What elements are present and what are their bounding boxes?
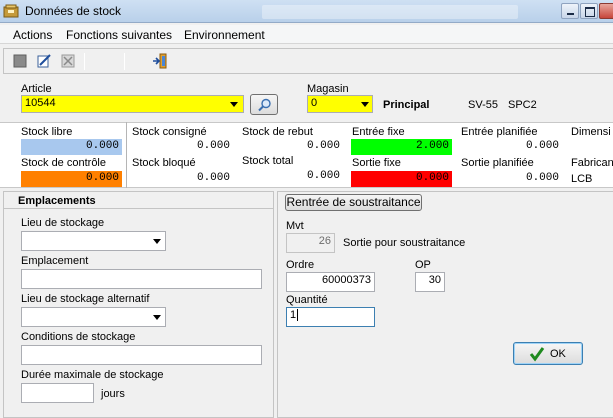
duree-stockage-label: Durée maximale de stockage [21, 369, 164, 381]
background-window-ghost [262, 5, 518, 19]
article-combo[interactable]: 10544 [21, 95, 244, 113]
stock-controle-value: 0.000 [21, 171, 122, 187]
save-icon[interactable] [12, 53, 28, 69]
app-icon [3, 4, 19, 18]
article-spec: SPC2 [508, 99, 537, 111]
menu-environnement[interactable]: Environnement [184, 28, 265, 42]
op-input[interactable]: 30 [415, 272, 445, 292]
stock-total-label: Stock total [242, 155, 294, 167]
menu-actions[interactable]: Actions [13, 28, 52, 42]
toolbar-separator [84, 53, 85, 70]
stock-bloque-label: Stock bloqué [132, 157, 196, 169]
chevron-down-icon[interactable] [153, 239, 161, 244]
article-search-button[interactable] [250, 94, 278, 115]
title-bar: Données de stock [0, 0, 613, 23]
sortie-fixe-value: 0.000 [351, 171, 452, 187]
stock-rebut-label: Stock de rebut [242, 126, 313, 138]
entree-fixe-value: 2.000 [351, 139, 452, 155]
lieu-alternatif-label: Lieu de stockage alternatif [21, 293, 150, 305]
magasin-value: 0 [311, 97, 318, 109]
fabricant-value: LCB [571, 173, 593, 185]
edit-icon[interactable] [36, 53, 52, 69]
lieu-stockage-label: Lieu de stockage [21, 217, 105, 229]
stock-consigne-value: 0.000 [196, 140, 230, 152]
quantite-label: Quantité [286, 294, 328, 306]
sortie-planifiee-label: Sortie planifiée [461, 157, 534, 169]
emplacements-title: Emplacements [18, 195, 96, 207]
chevron-down-icon[interactable] [230, 102, 238, 107]
duree-unit-label: jours [101, 388, 125, 400]
stock-libre-label: Stock libre [21, 126, 73, 138]
sortie-planifiee-value: 0.000 [525, 172, 559, 184]
maximize-button[interactable] [580, 3, 598, 19]
search-icon [258, 98, 271, 112]
magasin-label: Magasin [307, 83, 349, 95]
dimension-label: Dimensi [571, 126, 611, 138]
lieu-stockage-combo[interactable] [21, 231, 166, 251]
mvt-field: 26 [286, 233, 335, 253]
stock-libre-value: 0.000 [21, 139, 122, 155]
conditions-stockage-label: Conditions de stockage [21, 331, 136, 343]
text-cursor [297, 309, 299, 321]
stock-total-value: 0.000 [306, 170, 340, 182]
toolbar-separator [124, 53, 125, 70]
menu-fonctions-suivantes[interactable]: Fonctions suivantes [66, 28, 172, 42]
magasin-description: Principal [383, 99, 430, 111]
quantite-input[interactable]: 1 [286, 307, 375, 327]
quantite-value: 1 [290, 309, 297, 321]
duree-stockage-input[interactable] [21, 383, 94, 403]
close-button[interactable] [599, 3, 613, 19]
tab-rentree-soustraitance[interactable]: Rentrée de soustraitance [285, 194, 422, 211]
fabricant-label: Fabrican [571, 157, 613, 169]
toolbar [3, 48, 613, 74]
chevron-down-icon[interactable] [361, 102, 369, 107]
menu-bar: Actions Fonctions suivantes Environnemen… [0, 25, 613, 44]
op-label: OP [415, 259, 431, 271]
emplacement-input[interactable] [21, 269, 262, 289]
article-model: SV-55 [468, 99, 498, 111]
minimize-button[interactable] [561, 3, 579, 19]
stock-rebut-value: 0.000 [306, 140, 340, 152]
window-title: Données de stock [25, 4, 122, 18]
stock-controle-label: Stock de contrôle [21, 157, 106, 169]
entree-planifiee-label: Entrée planifiée [461, 126, 538, 138]
article-value: 10544 [25, 97, 56, 109]
checkmark-icon [529, 347, 545, 362]
ok-button[interactable]: OK [513, 342, 583, 365]
chevron-down-icon[interactable] [153, 315, 161, 320]
exit-icon[interactable] [152, 53, 168, 69]
stock-consigne-label: Stock consigné [132, 126, 207, 138]
entree-planifiee-value: 0.000 [525, 140, 559, 152]
article-label: Article [21, 83, 52, 95]
ok-button-label: OK [550, 348, 566, 360]
mvt-label: Mvt [286, 220, 304, 232]
stock-bloque-value: 0.000 [196, 172, 230, 184]
emplacement-label: Emplacement [21, 255, 89, 267]
mvt-description: Sortie pour soustraitance [343, 237, 466, 249]
ordre-label: Ordre [286, 259, 315, 271]
grid-divider [126, 122, 127, 188]
ordre-input[interactable]: 60000373 [286, 272, 375, 292]
conditions-stockage-input[interactable] [21, 345, 262, 365]
delete-icon[interactable] [60, 53, 76, 69]
sortie-fixe-label: Sortie fixe [352, 157, 401, 169]
entree-fixe-label: Entrée fixe [352, 126, 405, 138]
lieu-alternatif-combo[interactable] [21, 307, 166, 327]
